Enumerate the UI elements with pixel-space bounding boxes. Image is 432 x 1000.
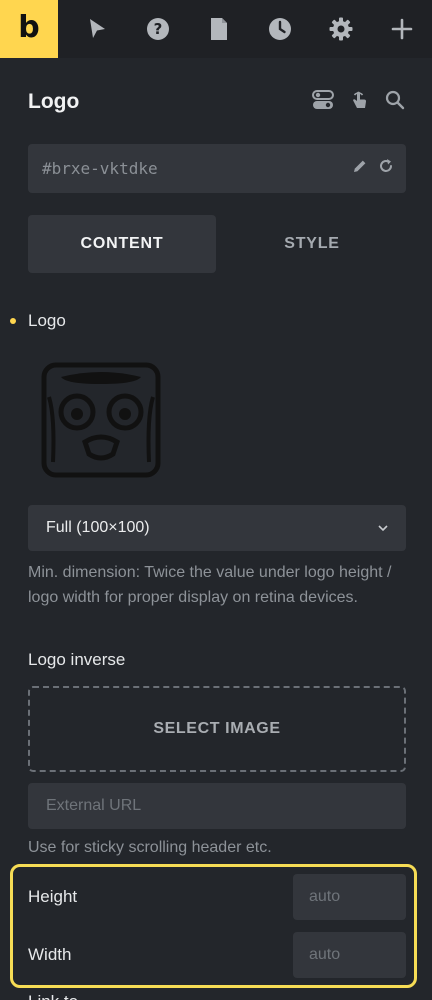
width-input[interactable] bbox=[309, 946, 390, 964]
image-size-value: Full (100×100) bbox=[46, 519, 150, 536]
page-icon[interactable] bbox=[205, 15, 233, 43]
logo-label: Logo bbox=[28, 311, 66, 330]
cursor-icon[interactable] bbox=[83, 15, 111, 43]
pencil-icon[interactable] bbox=[352, 158, 368, 179]
plus-icon[interactable] bbox=[388, 15, 416, 43]
tab-content[interactable]: CONTENT bbox=[28, 215, 216, 273]
logo-inverse-hint: Use for sticky scrolling header etc. bbox=[28, 839, 272, 856]
help-icon[interactable]: ? bbox=[144, 15, 172, 43]
image-size-select[interactable]: Full (100×100) bbox=[28, 505, 406, 551]
height-input[interactable] bbox=[309, 888, 390, 906]
width-label: Width bbox=[28, 945, 72, 964]
tab-style[interactable]: STYLE bbox=[218, 215, 406, 273]
owl-logo-icon bbox=[41, 362, 161, 478]
external-url-field bbox=[28, 783, 406, 829]
link-to-label: Link to bbox=[28, 992, 78, 1000]
toggle-icon[interactable] bbox=[312, 89, 334, 116]
changed-indicator-dot bbox=[10, 318, 16, 324]
element-id-field bbox=[28, 144, 406, 193]
search-icon[interactable] bbox=[384, 89, 406, 116]
logo-preview-image[interactable] bbox=[41, 362, 161, 478]
logo-inverse-label: Logo inverse bbox=[28, 650, 126, 669]
settings-icon[interactable] bbox=[327, 15, 355, 43]
element-id-input[interactable] bbox=[42, 159, 352, 178]
chevron-down-icon bbox=[378, 525, 388, 532]
panel-title: Logo bbox=[28, 90, 80, 113]
history-icon[interactable] bbox=[266, 15, 294, 43]
logo-description: Min. dimension: Twice the value under lo… bbox=[28, 564, 392, 606]
panel-tabs: CONTENT STYLE bbox=[28, 215, 406, 273]
external-url-input[interactable] bbox=[46, 797, 388, 815]
panel-header: Logo bbox=[28, 86, 406, 118]
svg-text:?: ? bbox=[153, 20, 162, 38]
refresh-icon[interactable] bbox=[378, 158, 394, 179]
height-field bbox=[293, 874, 406, 920]
brand-letter: b bbox=[18, 9, 40, 45]
brand-logo[interactable]: b bbox=[0, 0, 58, 58]
pointer-hand-icon[interactable] bbox=[348, 89, 370, 116]
select-image-button[interactable]: SELECT IMAGE bbox=[28, 686, 406, 772]
top-toolbar: b ? bbox=[0, 0, 432, 58]
width-field bbox=[293, 932, 406, 978]
height-label: Height bbox=[28, 887, 78, 906]
